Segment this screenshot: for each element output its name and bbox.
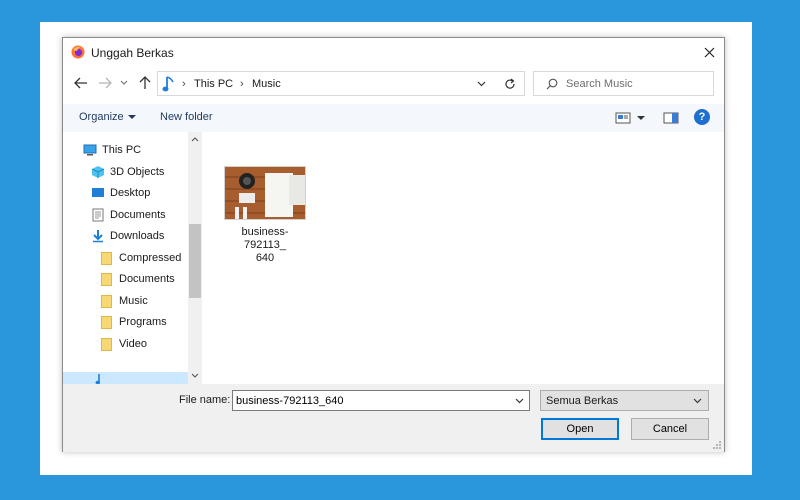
back-button[interactable]	[71, 72, 91, 94]
nav-item-label: Music	[119, 295, 148, 307]
search-icon	[546, 78, 558, 90]
computer-icon	[83, 144, 97, 156]
breadcrumb-separator-icon: ›	[182, 78, 186, 90]
nav-item-label: This PC	[102, 144, 142, 156]
file-name-label: business-792113_ 640	[241, 226, 289, 264]
folder-icon	[101, 337, 112, 351]
music-note-icon	[95, 374, 101, 384]
nav-item-3d-objects[interactable]: 3D Objects	[91, 162, 164, 182]
arrow-up-icon	[139, 76, 151, 89]
up-button[interactable]	[135, 72, 155, 94]
breadcrumb-separator-icon: ›	[240, 78, 244, 90]
title-bar: Unggah Berkas	[63, 38, 724, 66]
chevron-up-icon	[191, 136, 199, 141]
caret-down-icon	[127, 115, 136, 120]
file-upload-dialog: Unggah Berkas › This PC › Music Search M…	[62, 37, 725, 452]
scroll-thumb[interactable]	[189, 224, 201, 298]
file-type-value: Semua Berkas	[546, 395, 619, 407]
nav-item-desktop[interactable]: Desktop	[91, 183, 150, 203]
address-bar[interactable]: › This PC › Music	[157, 71, 524, 96]
arrow-left-icon	[74, 77, 87, 89]
refresh-icon	[504, 78, 515, 89]
nav-item-label: Documents	[119, 273, 175, 285]
preview-pane-icon[interactable]	[663, 111, 679, 125]
document-icon	[92, 208, 104, 222]
nav-item-label: Desktop	[110, 187, 151, 199]
nav-item-this-pc[interactable]: This PC	[83, 140, 141, 160]
nav-item-label: Compressed	[119, 252, 182, 264]
open-button[interactable]: Open	[541, 418, 619, 440]
nav-item-music-folder[interactable]: Music	[101, 291, 148, 311]
organize-label: Organize	[79, 111, 124, 123]
search-input[interactable]	[566, 75, 706, 93]
nav-item-music-selected[interactable]	[63, 372, 188, 384]
download-icon	[93, 230, 103, 243]
refresh-button[interactable]	[495, 71, 525, 96]
resize-grip-icon[interactable]	[712, 440, 722, 450]
dialog-footer: File name: Semua Berkas Open Cancel	[63, 384, 724, 452]
nav-item-compressed[interactable]: Compressed	[101, 248, 181, 268]
file-list: business-792113_ 640	[203, 132, 724, 384]
file-name-input[interactable]	[236, 393, 506, 408]
organize-button[interactable]: Organize	[79, 111, 136, 123]
new-folder-button[interactable]: New folder	[160, 111, 213, 123]
command-toolbar: Organize New folder ?	[63, 104, 724, 132]
nav-item-label: Downloads	[110, 230, 165, 242]
chevron-down-icon	[515, 398, 523, 403]
chevron-down-icon	[693, 398, 701, 404]
file-item[interactable]: business-792113_ 640	[223, 166, 307, 265]
help-icon[interactable]: ?	[694, 109, 710, 125]
navigation-scrollbar[interactable]	[188, 132, 202, 384]
nav-item-label: Video	[119, 338, 147, 350]
folder-icon	[101, 272, 112, 286]
file-name-label: File name:	[179, 394, 231, 406]
file-name-field[interactable]	[232, 390, 530, 411]
firefox-icon	[71, 45, 85, 59]
view-options-caret-icon[interactable]	[636, 111, 646, 125]
image-thumbnail	[224, 166, 306, 220]
forward-button[interactable]	[95, 72, 115, 94]
change-view-icon[interactable]	[615, 111, 631, 125]
breadcrumb-this-pc[interactable]: This PC	[194, 78, 233, 90]
nav-item-label: 3D Objects	[110, 166, 165, 178]
nav-item-label: Programs	[119, 316, 167, 328]
file-type-select[interactable]: Semua Berkas	[540, 390, 709, 411]
folder-icon	[101, 251, 112, 265]
breadcrumb-music[interactable]: Music	[252, 78, 281, 90]
nav-item-downloads[interactable]: Downloads	[91, 226, 164, 246]
nav-item-label: Documents	[110, 209, 166, 221]
window-title: Unggah Berkas	[91, 46, 174, 60]
scroll-up-button[interactable]	[188, 132, 202, 146]
close-icon	[704, 47, 714, 57]
recent-locations-button[interactable]	[117, 72, 131, 94]
folder-icon	[101, 315, 112, 329]
nav-item-programs[interactable]: Programs	[101, 312, 167, 332]
file-type-dropdown	[691, 395, 703, 407]
close-button[interactable]	[694, 38, 724, 66]
music-note-icon	[162, 76, 174, 92]
navigation-pane: This PC 3D Objects Desktop Documents Dow…	[63, 132, 203, 384]
chevron-down-icon	[477, 81, 485, 87]
folder-icon	[101, 294, 112, 308]
navigation-bar: › This PC › Music	[63, 68, 724, 98]
nav-item-documents[interactable]: Documents	[91, 205, 166, 225]
image-thumbnail-icon	[225, 167, 305, 219]
search-box[interactable]	[533, 71, 714, 96]
file-name-history-dropdown[interactable]	[512, 394, 526, 407]
nav-item-video[interactable]: Video	[101, 334, 147, 354]
cube-icon	[91, 166, 105, 178]
address-history-dropdown[interactable]	[473, 77, 489, 91]
chevron-down-icon	[191, 373, 199, 378]
cancel-button[interactable]: Cancel	[631, 418, 709, 440]
arrow-right-icon	[99, 77, 112, 89]
scroll-down-button[interactable]	[188, 368, 202, 382]
chevron-down-icon	[120, 80, 128, 85]
desktop-icon	[92, 188, 104, 197]
nav-item-documents-folder[interactable]: Documents	[101, 269, 175, 289]
